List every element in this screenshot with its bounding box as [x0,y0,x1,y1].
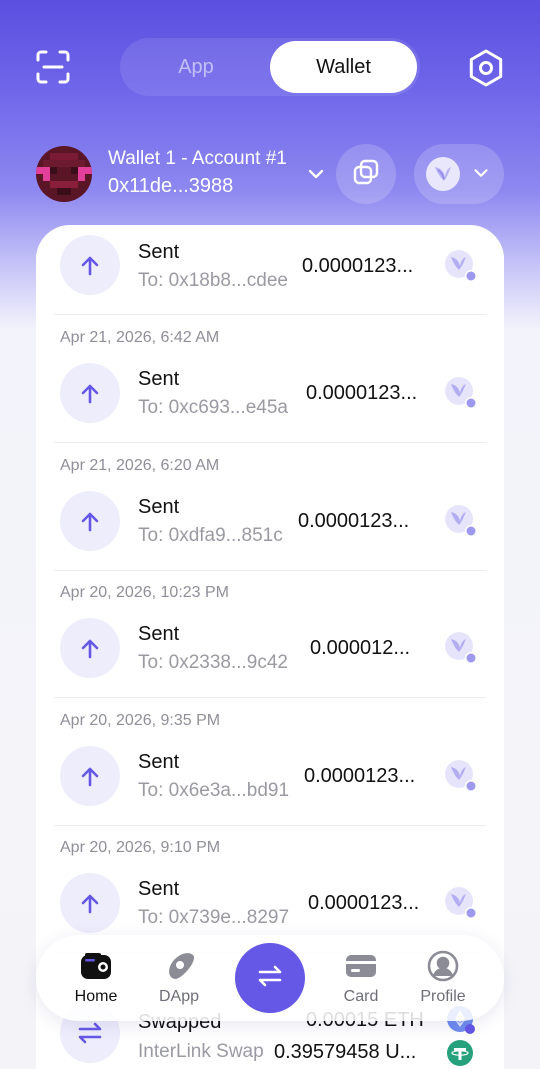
bottom-nav: Home DApp Card Profile [36,935,504,1021]
tx-amount: 0.000012... [310,637,411,659]
copy-address-button[interactable] [336,144,396,204]
nav-label: Profile [420,988,466,1005]
account-address[interactable]: 0x11de...3988 [108,175,233,198]
interlink-token-icon [444,504,478,538]
sent-arrow-icon [60,363,120,423]
copy-icon [351,157,381,192]
nav-home[interactable]: Home [54,935,138,1021]
interlink-token-icon [444,376,478,410]
interlink-token-icon [444,249,478,283]
list-item[interactable]: Apr 21, 2026, 6:42 AM Sent To: 0xc693...… [36,315,504,443]
tx-detail: To: 0xc693...e45a [138,397,288,418]
tx-title: Sent [138,241,180,263]
tx-detail: To: 0x6e3a...bd91 [138,780,290,801]
tx-amount: 0.0000123... [306,382,418,404]
tx-detail: To: 0x739e...8297 [138,907,290,928]
network-selector[interactable] [414,144,504,204]
tab-wallet[interactable]: Wallet [270,41,417,93]
nav-card[interactable]: Card [319,935,403,1021]
app-wallet-switch: App Wallet [120,38,420,96]
tx-date: Apr 20, 2026, 9:35 PM [60,712,221,729]
nav-dapp[interactable]: DApp [137,935,221,1021]
sent-arrow-icon [60,618,120,678]
card-icon [344,949,378,983]
list-item[interactable]: Apr 20, 2026, 9:10 PM Sent To: 0x739e...… [36,825,504,953]
tx-date: Apr 21, 2026, 6:42 AM [60,329,220,346]
tx-date: Apr 21, 2026, 6:20 AM [60,457,220,474]
tx-title: Sent [138,623,180,645]
tx-title: Sent [138,751,180,773]
swap-button[interactable] [235,943,305,1013]
network-logo-icon [426,157,460,191]
avatar[interactable] [36,146,92,202]
swap-icon [255,961,285,996]
tx-detail: To: 0xdfa9...851c [138,525,283,546]
profile-icon [426,949,460,983]
list-item[interactable]: Sent To: 0x18b8...cdee 0.0000123... [36,225,504,315]
nav-label: Home [74,988,118,1005]
wallet-icon [79,949,113,983]
tx-amount: 0.0000123... [302,255,414,277]
list-item[interactable]: Apr 21, 2026, 6:20 AM Sent To: 0xdfa9...… [36,443,504,571]
tx-date: Apr 20, 2026, 9:10 PM [60,839,221,856]
tx-amount-secondary: 0.39579458 U... [274,1041,417,1063]
tab-app[interactable]: App [123,41,269,93]
tx-title: Sent [138,368,180,390]
tx-detail: InterLink Swap [138,1041,264,1062]
tx-title: Sent [138,496,180,518]
tx-detail: To: 0x2338...9c42 [138,652,288,673]
sent-arrow-icon [60,873,120,933]
chevron-down-icon[interactable] [304,162,328,186]
nav-profile[interactable]: Profile [401,935,485,1021]
nav-label: DApp [158,988,200,1005]
compass-icon [162,949,196,983]
nav-label: Card [343,988,379,1005]
tx-detail: To: 0x18b8...cdee [138,270,288,291]
tx-title: Sent [138,878,180,900]
interlink-token-icon [444,759,478,793]
scan-icon[interactable] [32,46,74,88]
sent-arrow-icon [60,746,120,806]
tx-amount: 0.0000123... [298,510,410,532]
settings-icon[interactable] [464,46,508,90]
list-item[interactable]: Apr 20, 2026, 10:23 PM Sent To: 0x2338..… [36,570,504,698]
tx-amount: 0.0000123... [308,892,420,914]
interlink-token-icon [444,631,478,665]
tx-amount: 0.0000123... [304,765,416,787]
interlink-token-icon [444,886,478,920]
tx-date: Apr 20, 2026, 10:23 PM [60,584,229,601]
chevron-down-icon [470,162,492,184]
account-name[interactable]: Wallet 1 - Account #1 [108,148,287,170]
usdt-token-icon [446,1039,480,1069]
list-item[interactable]: Apr 20, 2026, 9:35 PM Sent To: 0x6e3a...… [36,698,504,826]
sent-arrow-icon [60,491,120,551]
sent-arrow-icon [60,235,120,295]
